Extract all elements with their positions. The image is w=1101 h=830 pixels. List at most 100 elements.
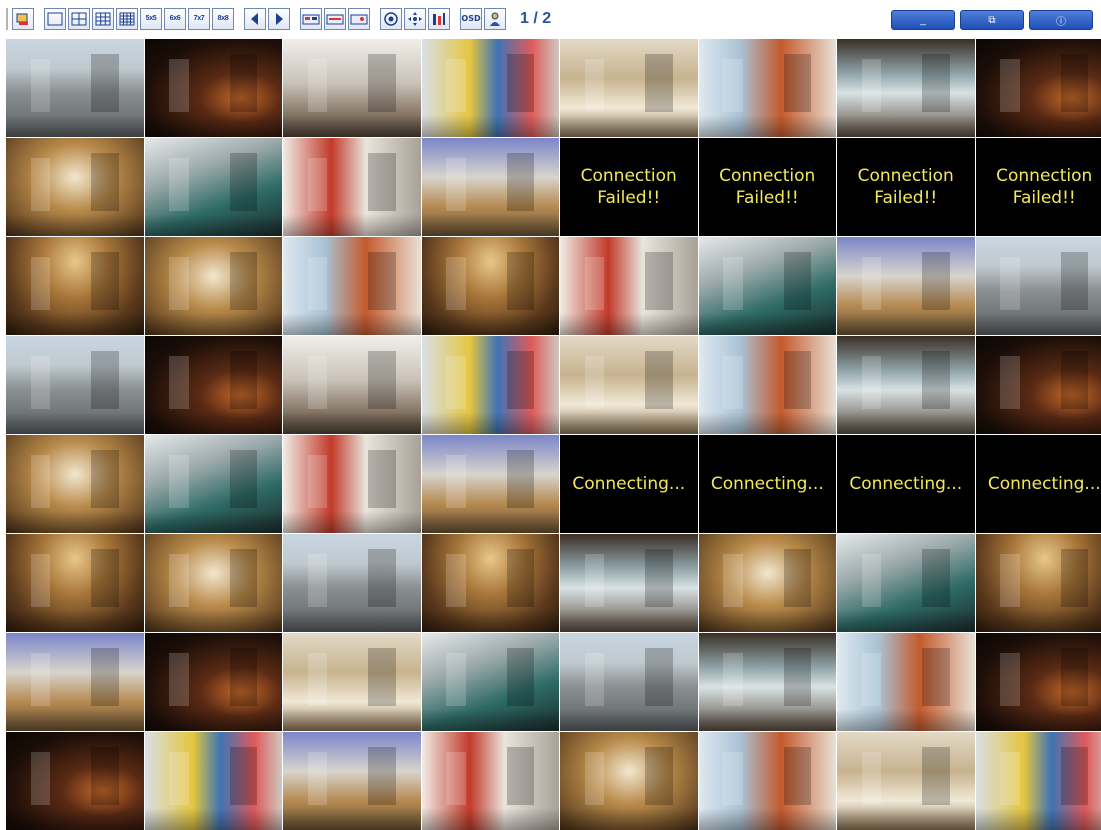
feed-detail [1000,554,1019,608]
camera-tile-5[interactable] [560,39,698,137]
restore-button[interactable]: ⧉ [960,10,1024,30]
camera-tile-46[interactable] [699,534,837,632]
camera-tile-30[interactable] [699,336,837,434]
feed-detail [585,356,604,410]
feed-detail [585,554,604,608]
camera-tile-31[interactable] [837,336,975,434]
layout-3x3-button[interactable] [92,8,114,30]
camera-tile-51[interactable] [283,633,421,731]
layout-2x2-button[interactable] [68,8,90,30]
camera-tile-61[interactable] [560,732,698,830]
camera-tile-44[interactable] [422,534,560,632]
camera-tile-1[interactable] [6,39,144,137]
feed-detail [446,455,465,509]
camera-tile-20[interactable] [422,237,560,335]
feed-detail [91,54,119,113]
camera-tile-23[interactable] [837,237,975,335]
camera-tile-54[interactable] [699,633,837,731]
info-button[interactable]: ⓘ [1029,10,1093,30]
camera-tile-63[interactable] [837,732,975,830]
osd-button[interactable]: OSD [460,8,482,30]
camera-tile-29[interactable] [560,336,698,434]
camera-tile-17[interactable] [6,237,144,335]
camera-tile-16[interactable]: Connection Failed!! [976,138,1101,236]
layout-6x6-button[interactable]: 6x6 [164,8,186,30]
camera-tile-42[interactable] [145,534,283,632]
camera-tile-40[interactable]: Connecting... [976,435,1101,533]
camera-tile-33[interactable] [6,435,144,533]
camera-tile-41[interactable] [6,534,144,632]
camera-tile-25[interactable] [6,336,144,434]
camera-tile-6[interactable] [699,39,837,137]
layout-5x5-button[interactable]: 5x5 [140,8,162,30]
feed-detail [699,412,837,434]
camera-list-icon[interactable] [12,8,34,30]
camera-tile-13[interactable]: Connection Failed!! [560,138,698,236]
camera-tile-56[interactable] [976,633,1101,731]
record-settings-icon[interactable] [300,8,322,30]
feed-detail [283,214,421,236]
camera-tile-38[interactable]: Connecting... [699,435,837,533]
layout-7x7-button[interactable]: 7x7 [188,8,210,30]
camera-tile-4[interactable] [422,39,560,137]
layout-4x4-button[interactable] [116,8,138,30]
camera-tile-21[interactable] [560,237,698,335]
camera-tile-49[interactable] [6,633,144,731]
camera-tile-59[interactable] [283,732,421,830]
user-icon[interactable] [484,8,506,30]
camera-tile-32[interactable] [976,336,1101,434]
camera-tile-50[interactable] [145,633,283,731]
camera-feed-floor [560,39,698,137]
camera-tile-8[interactable] [976,39,1101,137]
feed-detail [145,709,283,731]
camera-tile-48[interactable] [976,534,1101,632]
camera-tile-12[interactable] [422,138,560,236]
camera-tile-58[interactable] [145,732,283,830]
camera-tile-35[interactable] [283,435,421,533]
camera-tile-64[interactable] [976,732,1101,830]
camera-tile-52[interactable] [422,633,560,731]
camera-tile-28[interactable] [422,336,560,434]
camera-tile-9[interactable] [6,138,144,236]
feed-detail [6,610,144,632]
camera-tile-10[interactable] [145,138,283,236]
camera-tile-19[interactable] [283,237,421,335]
camera-tile-2[interactable] [145,39,283,137]
minimize-button[interactable]: _ [891,10,955,30]
camera-tile-55[interactable] [837,633,975,731]
camera-tile-62[interactable] [699,732,837,830]
camera-tile-37[interactable]: Connecting... [560,435,698,533]
playback-settings-icon[interactable] [324,8,346,30]
camera-tile-53[interactable] [560,633,698,731]
camera-tile-57[interactable] [6,732,144,830]
camera-tile-18[interactable] [145,237,283,335]
camera-tile-34[interactable] [145,435,283,533]
camera-tile-15[interactable]: Connection Failed!! [837,138,975,236]
previous-page-button[interactable] [244,8,266,30]
camera-tile-47[interactable] [837,534,975,632]
next-page-button[interactable] [268,8,290,30]
camera-tile-3[interactable] [283,39,421,137]
camera-feed-lobby [422,534,560,632]
feed-detail [368,351,396,410]
camera-tile-7[interactable] [837,39,975,137]
camera-tile-22[interactable] [699,237,837,335]
camera-tile-60[interactable] [422,732,560,830]
camera-tile-39[interactable]: Connecting... [837,435,975,533]
camera-tile-26[interactable] [145,336,283,434]
layout-1x1-button[interactable] [44,8,66,30]
camera-tile-36[interactable] [422,435,560,533]
audio-levels-icon[interactable] [428,8,450,30]
camera-tile-11[interactable] [283,138,421,236]
camera-tile-45[interactable] [560,534,698,632]
ptz-control-icon[interactable] [404,8,426,30]
device-settings-icon[interactable] [348,8,370,30]
feed-detail [446,158,465,212]
camera-tile-43[interactable] [283,534,421,632]
camera-tile-27[interactable] [283,336,421,434]
layout-8x8-button[interactable]: 8x8 [212,8,234,30]
camera-tile-14[interactable]: Connection Failed!! [699,138,837,236]
snapshot-camera-icon[interactable] [380,8,402,30]
camera-status-text: Connecting... [837,435,975,533]
camera-tile-24[interactable] [976,237,1101,335]
